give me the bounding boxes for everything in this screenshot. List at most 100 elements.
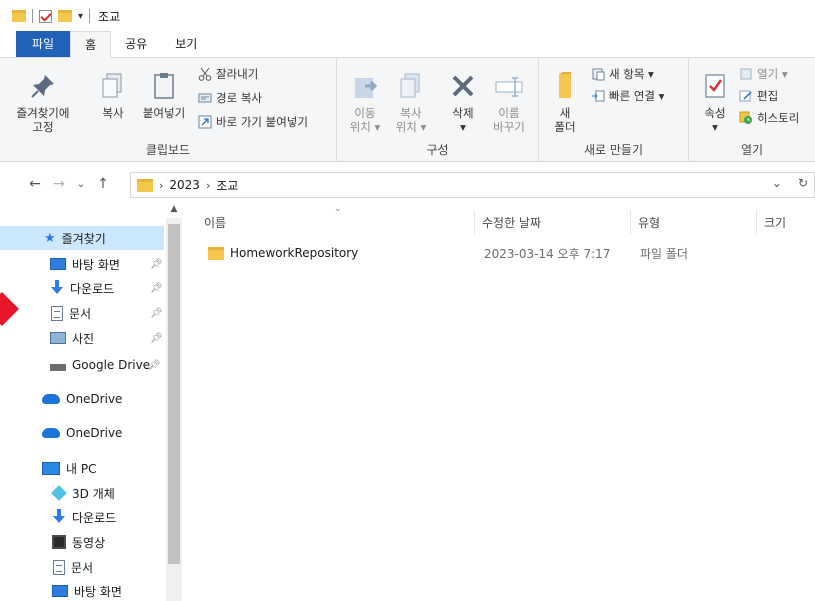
copy-icon [97,70,129,102]
navigation-pane: ▲ ★ 즐겨찾기 바탕 화면 📌︎ 다운로드 📌︎ 문서 📌︎ 사진 📌︎ Go… [0,204,182,601]
sidebar-item-desktop[interactable]: 바탕 화면 [0,252,120,276]
up-arrow-icon[interactable]: ↑ [92,176,114,192]
address-dropdown-chevron-icon[interactable]: ⌄ [772,176,782,190]
breadcrumb-current[interactable]: 조교 [216,177,238,194]
history-button[interactable]: 히스토리 [739,110,799,126]
refresh-icon[interactable]: ↻ [798,176,808,190]
column-divider[interactable] [630,210,631,234]
column-divider[interactable] [474,210,475,234]
pin-icon[interactable]: 📌︎ [148,360,161,371]
new-folder-button[interactable]: 새 폴더 [545,70,585,134]
pin-icon[interactable]: 📌︎ [150,308,163,319]
history-icon [739,111,753,125]
copy-path-button[interactable]: 경로 복사 [198,90,262,106]
new-item-label: 새 항목 ▾ [609,67,654,81]
back-arrow-icon[interactable]: ← [24,176,46,192]
pin-icon[interactable]: 📌︎ [150,333,163,344]
folder-icon [208,246,224,260]
scrollbar-thumb[interactable] [168,224,180,564]
folder-icon [137,178,153,192]
paste-shortcut-button[interactable]: 바로 가기 붙여넣기 [198,114,308,130]
window-title: 조교 [98,9,121,24]
paste-shortcut-label: 바로 가기 붙여넣기 [216,115,308,129]
3d-objects-icon [51,485,67,501]
pin-to-quick-access-button[interactable]: 즐겨찾기에 고정 [8,70,78,134]
easy-access-icon [591,89,605,103]
tab-view[interactable]: 보기 [161,31,211,57]
paste-icon [148,70,180,102]
column-header-size[interactable]: 크기 [764,214,786,234]
column-header-type[interactable]: 유형 [638,214,660,234]
copy-button[interactable]: 복사 [94,70,132,120]
title-bar: ▾ 조교 [0,0,815,32]
history-label: 히스토리 [757,111,800,125]
file-modified: 2023-03-14 오후 7:17 [484,246,611,261]
sidebar-label: 내 PC [66,461,97,476]
sidebar-item-documents[interactable]: 문서 [0,555,93,579]
breadcrumb-separator[interactable]: › [206,179,210,192]
tab-share[interactable]: 공유 [111,31,161,57]
new-folder-icon[interactable] [58,10,72,22]
file-row[interactable]: HomeworkRepository 2023-03-14 오후 7:17 파일… [208,243,808,263]
sidebar-item-onedrive[interactable]: OneDrive [0,421,122,445]
breadcrumb-separator[interactable]: › [159,179,163,192]
sidebar-label: OneDrive [66,426,123,440]
sidebar-item-desktop[interactable]: 바탕 화면 [0,579,122,601]
sidebar-label: Google Drive [72,358,151,372]
column-header-modified[interactable]: 수정한 날짜 [482,214,541,234]
pictures-icon [50,332,66,344]
new-item-button[interactable]: 새 항목 ▾ [591,66,654,82]
sidebar-item-3d-objects[interactable]: 3D 개체 [0,481,115,505]
sidebar-item-pictures[interactable]: 사진 [0,326,94,350]
tab-file[interactable]: 파일 [16,31,71,57]
properties-check-icon[interactable] [39,9,52,23]
sort-chevron-icon[interactable]: ⌄ [334,204,342,214]
address-actions: ⌄ ↻ [772,176,808,190]
easy-access-button[interactable]: 빠른 연결 ▾ [591,88,664,104]
pin-icon[interactable]: 📌︎ [150,283,163,294]
column-header-name[interactable]: 이름 [204,214,226,234]
move-to-label-line1: 이동 [354,106,376,120]
properties-button[interactable]: 속성 ▾ [695,70,735,134]
cut-button[interactable]: 잘라내기 [198,66,258,82]
column-divider[interactable] [756,210,757,234]
copy-path-label: 경로 복사 [216,91,262,105]
sidebar-item-quick-access[interactable]: ★ 즐겨찾기 [0,226,164,250]
divider [89,9,91,23]
edit-button[interactable]: 편집 [739,88,778,104]
organize-group: 이동 위치 ▾ 복사 위치 ▾ 삭제 ▾ 이름 바꾸기 구성 [337,58,539,162]
sidebar-item-onedrive[interactable]: OneDrive [0,387,122,411]
paste-button[interactable]: 붙여넣기 [136,70,192,120]
sidebar-item-this-pc[interactable]: 내 PC [0,456,96,480]
tab-home[interactable]: 홈 [70,31,112,58]
video-icon [52,535,66,549]
customize-toolbar-dropdown-icon[interactable]: ▾ [78,11,83,22]
forward-arrow-icon[interactable]: → [48,176,70,192]
sidebar-item-google-drive[interactable]: Google Drive [0,353,150,377]
sidebar-scrollbar[interactable] [166,218,182,601]
sidebar-label: 동영상 [72,535,106,550]
address-bar[interactable]: › 2023 › 조교 ⌄ ↻ [130,172,815,198]
open-icon [739,67,753,81]
breadcrumb-2023[interactable]: 2023 [169,178,200,192]
star-icon: ★ [44,230,56,246]
recent-locations-chevron-icon[interactable]: ⌄ [70,179,92,190]
copy-to-button[interactable]: 복사 위치 ▾ [389,70,433,134]
sidebar-item-downloads[interactable]: 다운로드 [0,276,114,300]
pin-icon[interactable]: 📌︎ [150,259,163,270]
sidebar-item-videos[interactable]: 동영상 [0,530,105,554]
scroll-up-arrow-icon[interactable]: ▲ [168,204,180,218]
drive-icon [50,363,66,371]
download-icon [52,509,66,525]
rename-button[interactable]: 이름 바꾸기 [487,70,531,134]
organize-group-label: 구성 [426,143,449,157]
onedrive-cloud-icon [42,394,60,404]
paste-label: 붙여넣기 [142,106,186,120]
sidebar-label: 바탕 화면 [72,257,120,272]
delete-button[interactable]: 삭제 ▾ [441,70,485,134]
sidebar-item-downloads[interactable]: 다운로드 [0,505,116,529]
scissors-icon [198,67,212,81]
open-button[interactable]: 열기 ▾ [739,66,788,82]
move-to-button[interactable]: 이동 위치 ▾ [343,70,387,134]
document-icon [51,305,63,321]
